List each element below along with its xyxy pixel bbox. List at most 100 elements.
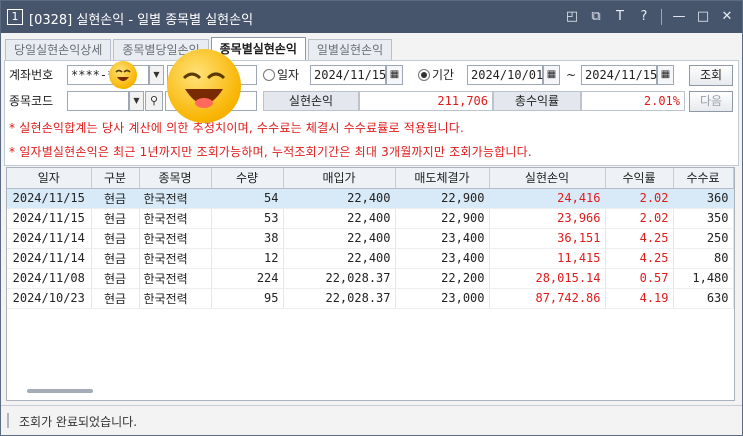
cell-buy-price: 22,400 — [283, 208, 396, 229]
cell-realized-pnl: 87,742.86 — [489, 288, 606, 309]
cell-quantity: 54 — [211, 188, 284, 209]
period-from-input[interactable]: 2024/10/01 — [467, 65, 543, 85]
period-separator: ~ — [566, 68, 577, 82]
tab-daily-detail[interactable]: 당일실현손익상세 — [5, 39, 112, 60]
cell-sell-price: 23,400 — [395, 228, 490, 249]
cell-quantity: 53 — [211, 208, 284, 229]
next-button[interactable]: 다음 — [689, 91, 733, 112]
results-table: 일자 구분 종목명 수량 매입가 매도체결가 실현손익 수익률 수수료 2024… — [7, 168, 734, 309]
search-icon[interactable]: ⚲ — [145, 91, 163, 111]
total-return-label: 총수익률 — [493, 91, 581, 111]
cell-buy-price: 22,400 — [283, 248, 396, 269]
radio-date-label: 일자 — [277, 68, 300, 82]
cell-type: 현금 — [91, 188, 140, 209]
restore-icon[interactable]: ◰ — [563, 8, 581, 26]
realized-pnl-value: 211,706 — [359, 91, 493, 111]
horizontal-scrollbar[interactable] — [27, 389, 93, 393]
table-row[interactable]: 2024/10/23 현금 한국전력 95 22,028.37 23,000 8… — [7, 288, 734, 309]
total-return-value: 2.01% — [581, 91, 685, 111]
col-date[interactable]: 일자 — [7, 168, 92, 189]
col-realized-pnl[interactable]: 실현손익 — [489, 168, 606, 189]
cell-buy-price: 22,400 — [283, 228, 396, 249]
cell-buy-price: 22,028.37 — [283, 268, 396, 289]
table-row[interactable]: 2024/11/08 현금 한국전력 224 22,028.37 22,200 … — [7, 268, 734, 289]
cell-date: 2024/11/14 — [7, 248, 92, 269]
cell-realized-pnl: 11,415 — [489, 248, 606, 269]
pin-icon[interactable]: ⧉ — [587, 8, 605, 26]
realized-pnl-label: 실현손익 — [263, 91, 359, 111]
cell-buy-price: 22,400 — [283, 188, 396, 209]
cell-sell-price: 23,000 — [395, 288, 490, 309]
help-icon[interactable]: ? — [635, 8, 653, 26]
cell-date: 2024/11/15 — [7, 188, 92, 209]
maximize-icon[interactable]: □ — [694, 8, 712, 26]
table-row[interactable]: 2024/11/14 현금 한국전력 38 22,400 23,400 36,1… — [7, 228, 734, 249]
cell-stock-name: 한국전력 — [139, 228, 212, 249]
table-header-row: 일자 구분 종목명 수량 매입가 매도체결가 실현손익 수익률 수수료 — [7, 168, 734, 189]
cell-quantity: 224 — [211, 268, 284, 289]
title-bar[interactable]: 1 [0328] 실현손익 - 일별 종목별 실현손익 ◰ ⧉ T ? — □ … — [1, 1, 742, 33]
cell-realized-pnl: 28,015.14 — [489, 268, 606, 289]
status-message: 조회가 완료되었습니다. — [19, 415, 138, 429]
calendar-to-icon[interactable]: ▦ — [657, 65, 674, 85]
screen-number-badge: 1 — [7, 9, 23, 25]
cell-fee: 350 — [673, 208, 734, 229]
cell-realized-pnl: 36,151 — [489, 228, 606, 249]
status-bar: 조회가 완료되었습니다. — [1, 405, 742, 435]
minimize-icon[interactable]: — — [670, 8, 688, 26]
table-row[interactable]: 2024/11/14 현금 한국전력 12 22,400 23,400 11,4… — [7, 248, 734, 269]
cell-stock-name: 한국전력 — [139, 208, 212, 229]
cell-return-rate: 4.25 — [605, 248, 674, 269]
cell-type: 현금 — [91, 248, 140, 269]
cell-sell-price: 22,900 — [395, 208, 490, 229]
calendar-icon[interactable]: ▦ — [386, 65, 403, 85]
cell-fee: 1,480 — [673, 268, 734, 289]
cell-date: 2024/10/23 — [7, 288, 92, 309]
table-row[interactable]: 2024/11/15 현금 한국전력 54 22,400 22,900 24,4… — [7, 188, 734, 209]
cell-realized-pnl: 24,416 — [489, 188, 606, 209]
cell-type: 현금 — [91, 208, 140, 229]
cell-fee: 360 — [673, 188, 734, 209]
cell-fee: 630 — [673, 288, 734, 309]
search-button[interactable]: 조회 — [689, 65, 733, 86]
status-grip-icon — [7, 413, 9, 428]
account-dropdown-icon[interactable]: ▼ — [149, 65, 164, 85]
realized-pnl-window: 1 [0328] 실현손익 - 일별 종목별 실현손익 ◰ ⧉ T ? — □ … — [0, 0, 743, 436]
cell-date: 2024/11/14 — [7, 228, 92, 249]
table-row[interactable]: 2024/11/15 현금 한국전력 53 22,400 22,900 23,9… — [7, 208, 734, 229]
titlebar-controls: ◰ ⧉ T ? — □ ✕ — [563, 7, 736, 27]
cell-type: 현금 — [91, 288, 140, 309]
radio-period-label: 기간 — [432, 68, 455, 82]
emoji-sticker-large — [167, 49, 241, 123]
col-sell-price[interactable]: 매도체결가 — [395, 168, 490, 189]
col-quantity[interactable]: 수량 — [211, 168, 284, 189]
window-title: [0328] 실현손익 - 일별 종목별 실현손익 — [29, 13, 254, 28]
cell-return-rate: 0.57 — [605, 268, 674, 289]
cell-stock-name: 한국전력 — [139, 288, 212, 309]
radio-date[interactable] — [263, 69, 275, 81]
col-buy-price[interactable]: 매입가 — [283, 168, 396, 189]
stock-code-dropdown-icon[interactable]: ▼ — [129, 91, 144, 111]
col-stock-name[interactable]: 종목명 — [139, 168, 212, 189]
close-icon[interactable]: ✕ — [718, 8, 736, 26]
period-to-input[interactable]: 2024/11/15 — [581, 65, 657, 85]
tab-daily-realized[interactable]: 일별실현손익 — [307, 39, 393, 60]
cell-stock-name: 한국전력 — [139, 248, 212, 269]
calendar-from-icon[interactable]: ▦ — [543, 65, 560, 85]
cell-type: 현금 — [91, 268, 140, 289]
stock-code-input[interactable] — [67, 91, 129, 111]
radio-period[interactable] — [418, 69, 430, 81]
titlebar-divider — [661, 9, 662, 25]
cell-quantity: 38 — [211, 228, 284, 249]
font-size-icon[interactable]: T — [611, 8, 629, 26]
cell-return-rate: 2.02 — [605, 208, 674, 229]
emoji-sticker-small — [109, 61, 137, 89]
col-return-rate[interactable]: 수익률 — [605, 168, 674, 189]
col-type[interactable]: 구분 — [91, 168, 140, 189]
cell-fee: 80 — [673, 248, 734, 269]
cell-sell-price: 23,400 — [395, 248, 490, 269]
realized-pnl-grid[interactable]: 일자 구분 종목명 수량 매입가 매도체결가 실현손익 수익률 수수료 2024… — [6, 167, 735, 401]
col-fee[interactable]: 수수료 — [673, 168, 734, 189]
date-input[interactable]: 2024/11/15 — [310, 65, 386, 85]
cell-quantity: 95 — [211, 288, 284, 309]
